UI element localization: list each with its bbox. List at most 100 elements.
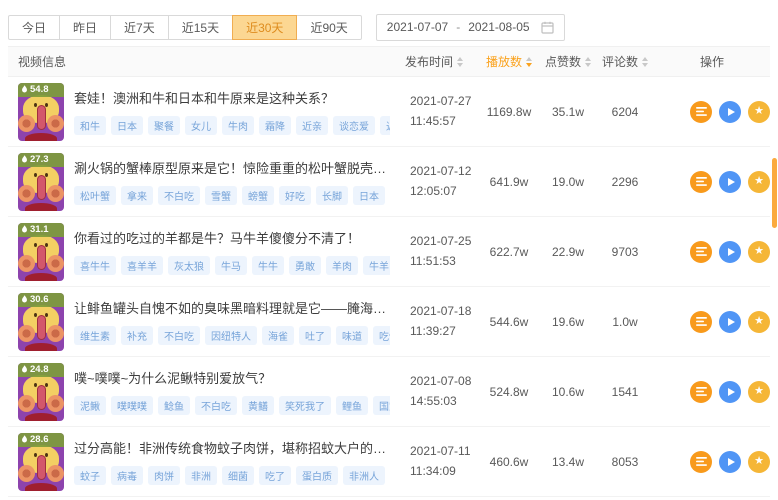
video-tag[interactable]: 吃饭 xyxy=(373,326,390,345)
video-tag[interactable]: 羊肉 xyxy=(326,256,358,275)
favorite-button[interactable]: ★ xyxy=(748,171,770,193)
video-tag[interactable]: 近亲结婚 xyxy=(380,116,390,135)
video-tag[interactable]: 国宝 xyxy=(373,396,390,415)
quick-range-30d[interactable]: 近30天 xyxy=(232,15,297,40)
favorite-button[interactable]: ★ xyxy=(748,311,770,333)
video-tag[interactable]: 海雀 xyxy=(262,326,294,345)
video-tag[interactable]: 牛牛 xyxy=(252,256,284,275)
video-tag[interactable]: 鲤鱼 xyxy=(336,396,368,415)
video-tags: 泥鳅噗噗噗鲶鱼不白吃黄鳝笑死我了鲤鱼国宝 xyxy=(74,396,390,415)
video-tag[interactable]: 日本 xyxy=(353,186,385,205)
vertical-scrollbar-thumb[interactable] xyxy=(772,158,777,228)
video-tag[interactable]: 因纽特人 xyxy=(205,326,257,345)
video-thumbnail[interactable]: 27.3 xyxy=(18,153,64,211)
video-thumbnail[interactable]: 31.1 xyxy=(18,223,64,281)
play-video-button[interactable] xyxy=(719,171,741,193)
video-thumbnail[interactable]: 24.8 xyxy=(18,363,64,421)
video-tag[interactable]: 喜羊羊 xyxy=(121,256,163,275)
sort-carets-icon[interactable] xyxy=(585,57,591,67)
video-tag[interactable]: 好吃 xyxy=(279,186,311,205)
sort-carets-icon[interactable] xyxy=(642,57,648,67)
favorite-button[interactable]: ★ xyxy=(748,241,770,263)
favorite-button[interactable]: ★ xyxy=(748,101,770,123)
video-tag[interactable]: 吐了 xyxy=(299,326,331,345)
video-tag[interactable]: 吃了 xyxy=(259,466,291,485)
date-range-start: 2021-07-07 xyxy=(387,20,448,34)
video-title[interactable]: 你看过的吃过的羊都是牛？马牛羊傻傻分不清了！ xyxy=(74,228,390,247)
video-tag[interactable]: 非洲人 xyxy=(343,466,385,485)
video-tag[interactable]: 不白吃 xyxy=(158,186,200,205)
video-tag[interactable]: 长脚 xyxy=(316,186,348,205)
video-tag[interactable]: 细菌 xyxy=(222,466,254,485)
column-header-plays[interactable]: 播放数 xyxy=(478,53,540,70)
column-header-comments[interactable]: 评论数 xyxy=(596,53,654,70)
video-tag[interactable]: 和牛 xyxy=(74,116,106,135)
video-tag[interactable]: 噗噗噗 xyxy=(111,396,153,415)
video-tag[interactable]: 女儿 xyxy=(185,116,217,135)
video-tag[interactable]: 灰太狼 xyxy=(168,256,210,275)
video-tag[interactable]: 谈恋爱 xyxy=(333,116,375,135)
video-tag[interactable]: 非洲 xyxy=(185,466,217,485)
data-detail-button[interactable] xyxy=(690,451,712,473)
quick-range-today[interactable]: 今日 xyxy=(8,15,60,40)
column-header-publish-time[interactable]: 发布时间 xyxy=(390,53,478,70)
favorite-button[interactable]: ★ xyxy=(748,381,770,403)
video-tag[interactable]: 味道 xyxy=(336,326,368,345)
quick-range-7d[interactable]: 近7天 xyxy=(110,15,169,40)
data-detail-button[interactable] xyxy=(690,241,712,263)
video-tag[interactable]: 维生素 xyxy=(74,326,116,345)
sort-carets-icon[interactable] xyxy=(526,57,532,67)
video-title[interactable]: 噗~噗噗~为什么泥鳅特别爱放气？ xyxy=(74,368,390,387)
video-tag[interactable]: 牛马 xyxy=(215,256,247,275)
video-title[interactable]: 套娃！澳洲和牛和日本和牛原来是这种关系？ xyxy=(74,88,390,107)
star-icon: ★ xyxy=(754,246,764,257)
video-thumbnail[interactable]: 28.6 xyxy=(18,433,64,491)
video-tag[interactable]: 病毒 xyxy=(111,466,143,485)
sort-carets-icon[interactable] xyxy=(457,57,463,67)
data-detail-button[interactable] xyxy=(690,311,712,333)
video-tag[interactable]: 喜牛牛 xyxy=(74,256,116,275)
play-video-button[interactable] xyxy=(719,101,741,123)
quick-range-90d[interactable]: 近90天 xyxy=(296,15,361,40)
quick-range-15d[interactable]: 近15天 xyxy=(168,15,233,40)
video-tag[interactable]: 近亲 xyxy=(296,116,328,135)
video-tag[interactable]: 肉饼 xyxy=(148,466,180,485)
video-title[interactable]: 涮火锅的蟹棒原型原来是它！惊险重重的松叶蟹脱壳之旅~ xyxy=(74,158,390,177)
play-icon xyxy=(728,458,735,466)
video-tag[interactable]: 霜降 xyxy=(259,116,291,135)
video-thumbnail[interactable]: 30.6 xyxy=(18,293,64,351)
video-title[interactable]: 过分高能！非洲传统食物蚊子肉饼，堪称招蚊大户的翻身菜！ xyxy=(74,438,390,457)
data-detail-button[interactable] xyxy=(690,381,712,403)
video-tag[interactable]: 牛肉 xyxy=(222,116,254,135)
video-tag[interactable]: 日本 xyxy=(111,116,143,135)
quick-range-yesterday[interactable]: 昨日 xyxy=(59,15,111,40)
video-tag[interactable]: 蛋白质 xyxy=(296,466,338,485)
video-tag[interactable]: 笑死我了 xyxy=(279,396,331,415)
video-tag[interactable]: 黄鳝 xyxy=(242,396,274,415)
play-video-button[interactable] xyxy=(719,381,741,403)
data-detail-button[interactable] xyxy=(690,171,712,193)
video-tag[interactable]: 拿来 xyxy=(121,186,153,205)
play-video-button[interactable] xyxy=(719,241,741,263)
play-video-button[interactable] xyxy=(719,311,741,333)
video-tag[interactable]: 松叶蟹 xyxy=(74,186,116,205)
play-video-button[interactable] xyxy=(719,451,741,473)
data-detail-button[interactable] xyxy=(690,101,712,123)
date-range-picker[interactable]: 2021-07-07 - 2021-08-05 xyxy=(376,14,565,41)
video-tag[interactable]: 勇敢 xyxy=(289,256,321,275)
video-tag[interactable]: 鲶鱼 xyxy=(158,396,190,415)
video-tag[interactable]: 聚餐 xyxy=(148,116,180,135)
video-thumbnail[interactable]: 54.8 xyxy=(18,83,64,141)
video-tag[interactable]: 螃蟹 xyxy=(242,186,274,205)
video-tag[interactable]: 蚊子 xyxy=(74,466,106,485)
video-tag[interactable]: 雪蟹 xyxy=(205,186,237,205)
video-tag[interactable]: 牛羊 xyxy=(363,256,390,275)
favorite-button[interactable]: ★ xyxy=(748,451,770,473)
video-title[interactable]: 让鲱鱼罐头自愧不如的臭味黑暗料理就是它——腌海雀！ xyxy=(74,298,390,317)
video-tag[interactable]: 不白吃 xyxy=(158,326,200,345)
video-tag[interactable]: 补充 xyxy=(121,326,153,345)
calendar-icon[interactable] xyxy=(541,21,554,34)
video-tag[interactable]: 泥鳅 xyxy=(74,396,106,415)
column-header-likes[interactable]: 点赞数 xyxy=(540,53,596,70)
video-tag[interactable]: 不白吃 xyxy=(195,396,237,415)
